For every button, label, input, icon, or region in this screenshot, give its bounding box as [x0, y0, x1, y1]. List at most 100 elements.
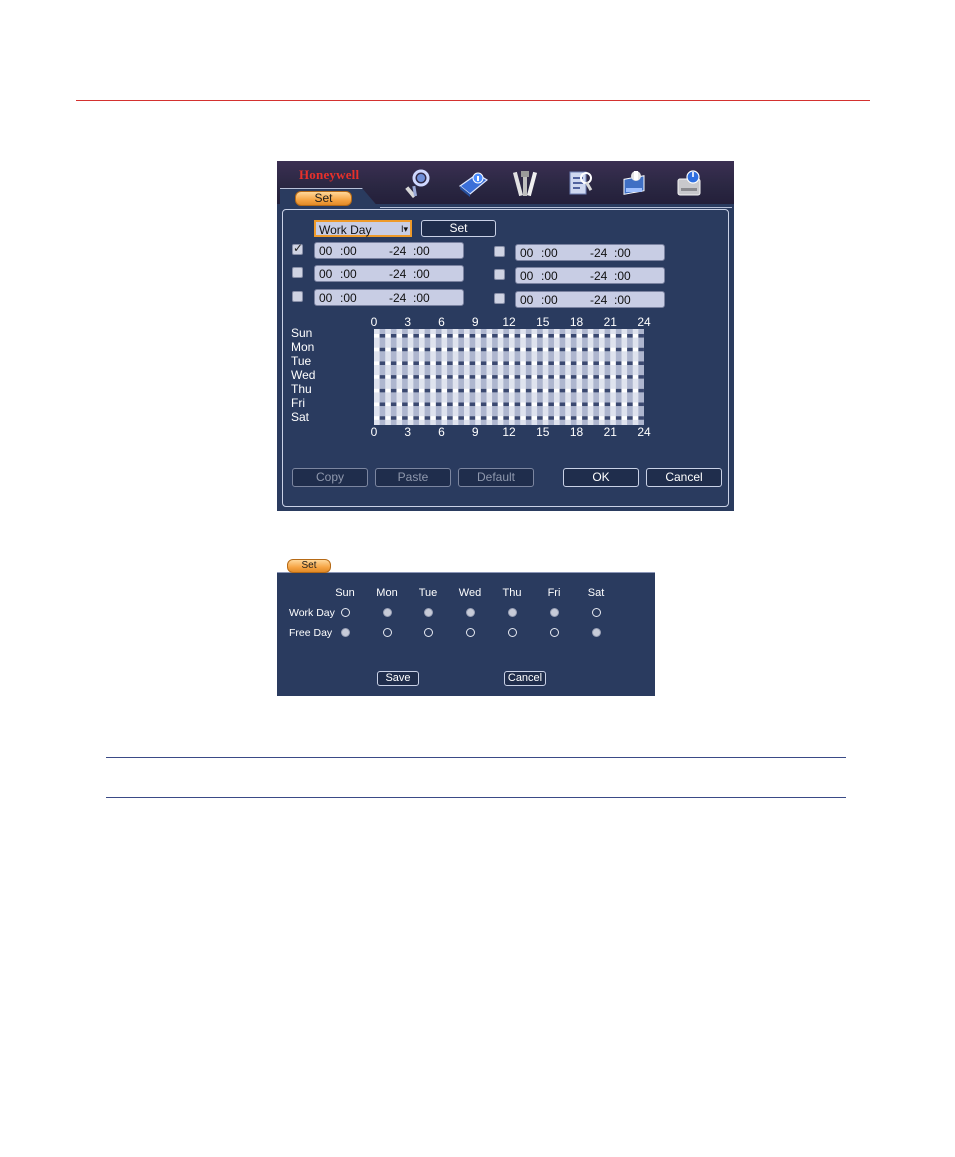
- record-bar-segment: [503, 375, 509, 379]
- cancel-button[interactable]: Cancel: [504, 671, 546, 686]
- copy-button[interactable]: Copy: [292, 468, 368, 487]
- period-checkbox[interactable]: [292, 267, 303, 278]
- record-bar-segment: [582, 402, 588, 407]
- day-label-mon: Mon: [291, 340, 315, 354]
- record-bar-segment: [458, 347, 464, 352]
- period-time-start-h: 00: [319, 291, 333, 305]
- record-bar-segment: [638, 402, 644, 407]
- record-bar-segment: [458, 375, 464, 379]
- record-bar-segment: [379, 347, 386, 352]
- day-type-radio[interactable]: [424, 628, 433, 637]
- shutdown-icon[interactable]: [673, 166, 707, 200]
- default-button[interactable]: Default: [458, 468, 534, 487]
- weekday-header-mon: Mon: [376, 587, 398, 599]
- period-time-field[interactable]: 00:00 -24:00: [314, 242, 464, 259]
- record-bar-segment: [514, 334, 521, 338]
- day-type-radio[interactable]: [341, 628, 350, 637]
- record-bar-segment: [480, 361, 487, 365]
- period-checkbox[interactable]: [494, 269, 505, 280]
- search-icon[interactable]: [401, 166, 435, 200]
- cancel-button[interactable]: Cancel: [646, 468, 722, 487]
- record-bar-segment: [503, 388, 509, 393]
- record-bar-segment: [447, 334, 453, 338]
- day-type-radio[interactable]: [466, 608, 475, 617]
- day-type-radio[interactable]: [508, 608, 517, 617]
- record-bar-segment: [604, 361, 611, 365]
- day-type-radio[interactable]: [383, 608, 392, 617]
- day-type-radio[interactable]: [424, 608, 433, 617]
- record-bar-segment: [458, 334, 464, 338]
- record-bar-segment: [447, 375, 453, 379]
- save-button[interactable]: Save: [377, 671, 419, 686]
- day-type-radio[interactable]: [383, 628, 392, 637]
- day-type-radio[interactable]: [550, 608, 559, 617]
- day-type-dropdown[interactable]: Work Day I▾: [314, 220, 412, 237]
- period-time-field[interactable]: 00:00 -24:00: [515, 291, 665, 308]
- record-bar-segment: [413, 334, 419, 338]
- period-time-start-m: :00: [340, 267, 357, 281]
- record-bar-segment: [514, 402, 521, 407]
- record-bar-segment: [379, 334, 386, 338]
- record-bar-segment: [402, 388, 408, 393]
- record-bar-segment: [604, 416, 611, 420]
- record-bar-segment: [537, 334, 543, 338]
- period-time-field[interactable]: 00:00 -24:00: [515, 267, 665, 284]
- header-rule: [76, 100, 870, 101]
- hour-tick-label: 21: [603, 425, 617, 439]
- record-bar-segment: [503, 361, 509, 365]
- record-bar-segment: [492, 375, 498, 379]
- period-time-field[interactable]: 00:00 -24:00: [515, 244, 665, 261]
- record-bar-segment: [480, 347, 487, 352]
- period-checkbox[interactable]: [292, 291, 303, 302]
- tools-icon[interactable]: [509, 166, 543, 200]
- record-bar-segment: [638, 375, 644, 379]
- record-bar-segment: [604, 347, 611, 352]
- weekday-header-sun: Sun: [335, 587, 355, 599]
- backup-icon[interactable]: [618, 166, 652, 200]
- record-bar-segment: [537, 388, 543, 393]
- day-setup-header: [277, 558, 655, 572]
- period-time-field[interactable]: 00:00 -24:00: [314, 289, 464, 306]
- period-time-field[interactable]: 00:00 -24:00: [314, 265, 464, 282]
- record-bar-segment: [638, 347, 644, 352]
- record-bar-segment: [390, 388, 397, 393]
- info-icon[interactable]: [456, 166, 490, 200]
- day-type-radio[interactable]: [550, 628, 559, 637]
- ok-button[interactable]: OK: [563, 468, 639, 487]
- period-checkbox[interactable]: [494, 293, 505, 304]
- record-bar-segment: [604, 402, 611, 407]
- record-bar-segment: [435, 334, 442, 338]
- advanced-icon[interactable]: [563, 166, 597, 200]
- record-bar-segment: [492, 402, 498, 407]
- record-bar-segment: [447, 347, 453, 352]
- day-setup-header-line: [277, 572, 655, 573]
- note-rule-top: [106, 757, 846, 758]
- record-bar-segment: [559, 375, 566, 379]
- record-bar-segment: [402, 375, 408, 379]
- record-bar-segment: [480, 388, 487, 393]
- paste-button[interactable]: Paste: [375, 468, 451, 487]
- schedule-grid[interactable]: [374, 329, 644, 425]
- day-setup-window: Set Sun Mon Tue Wed Thu Fri Sat Work Day Free D…: [277, 558, 655, 696]
- set-day-type-button[interactable]: Set: [421, 220, 496, 237]
- weekday-header-tue: Tue: [418, 587, 438, 599]
- day-type-radio[interactable]: [508, 628, 517, 637]
- schedule-window: Honeywell Set Work Day I▾ Set 00:00-24:0…: [277, 161, 734, 511]
- period-checkbox[interactable]: [494, 246, 505, 257]
- day-type-radio[interactable]: [592, 608, 601, 617]
- period-checkbox[interactable]: [292, 241, 303, 255]
- day-type-radio[interactable]: [592, 628, 601, 637]
- record-bar-segment: [480, 334, 487, 338]
- record-bar-segment: [424, 361, 431, 365]
- tab-set[interactable]: Set: [295, 191, 352, 206]
- record-bar-segment: [424, 347, 431, 352]
- tab-set[interactable]: Set: [287, 559, 331, 573]
- period-time-start-h: 00: [319, 244, 333, 258]
- record-bar-segment: [525, 347, 532, 352]
- day-type-radio[interactable]: [341, 608, 350, 617]
- day-type-radio[interactable]: [466, 628, 475, 637]
- record-bar-segment: [379, 375, 386, 379]
- record-bar-segment: [615, 402, 622, 407]
- record-bar-segment: [593, 388, 599, 393]
- period-time-end-h: -24: [590, 269, 608, 283]
